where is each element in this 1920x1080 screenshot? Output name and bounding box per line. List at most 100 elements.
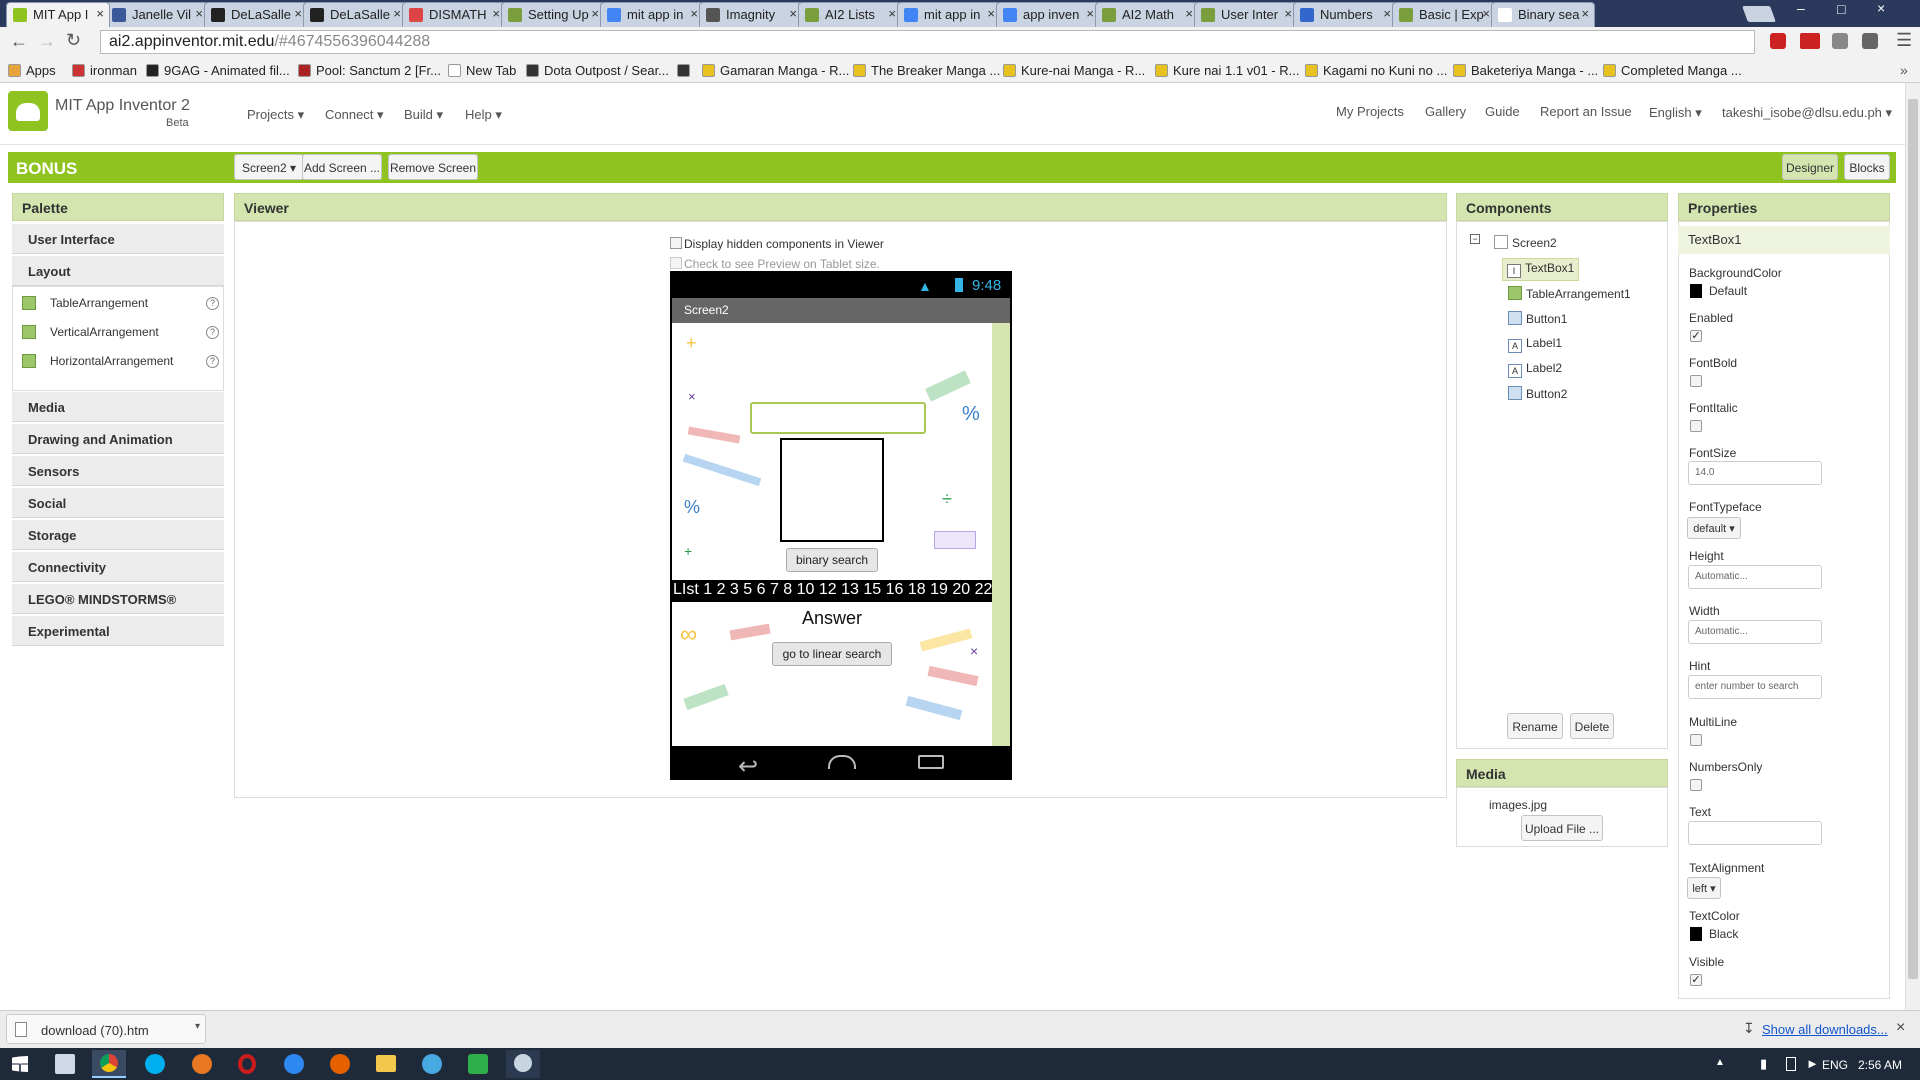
reload-icon[interactable]: ↻ bbox=[66, 30, 81, 51]
forward-icon[interactable]: → bbox=[38, 31, 56, 52]
bookmark-item[interactable]: Kure nai 1.1 v01 - R... bbox=[1155, 63, 1299, 78]
menu-build[interactable]: Build ▾ bbox=[404, 107, 443, 123]
bookmark-item[interactable]: Kagami no Kuni no ... bbox=[1305, 63, 1447, 78]
chevron-down-icon[interactable]: ▾ bbox=[195, 1021, 200, 1032]
close-tab-icon[interactable]: × bbox=[1383, 6, 1391, 21]
link-my-projects[interactable]: My Projects bbox=[1336, 104, 1404, 119]
prop-visible-checkbox[interactable]: ✓ bbox=[1690, 974, 1702, 986]
palette-category-sensors[interactable]: Sensors bbox=[12, 456, 224, 486]
close-tab-icon[interactable]: × bbox=[96, 6, 104, 21]
color-swatch[interactable] bbox=[1690, 927, 1702, 941]
window-controls[interactable]: – □ × bbox=[1785, 0, 1915, 20]
app-inventor-logo-icon[interactable] bbox=[8, 91, 48, 131]
bookmark-item[interactable]: Completed Manga ... bbox=[1603, 63, 1742, 78]
component-button1[interactable]: Button1 bbox=[1508, 311, 1567, 326]
close-tab-icon[interactable]: × bbox=[1581, 6, 1589, 21]
home-nav-icon[interactable] bbox=[828, 755, 856, 769]
menu-projects[interactable]: Projects ▾ bbox=[247, 107, 304, 123]
component-label1[interactable]: A Label1 bbox=[1508, 336, 1562, 353]
new-tab-button[interactable] bbox=[1742, 6, 1776, 22]
palette-category-social[interactable]: Social bbox=[12, 488, 224, 518]
close-tab-icon[interactable]: × bbox=[1482, 6, 1490, 21]
component-textbox1[interactable]: I TextBox1 bbox=[1502, 258, 1580, 281]
prop-width-input[interactable]: Automatic... bbox=[1688, 620, 1822, 644]
extension-icon-2[interactable] bbox=[1832, 33, 1848, 49]
bookmark-item[interactable]: Kure-nai Manga - R... bbox=[1003, 63, 1145, 78]
close-tab-icon[interactable]: × bbox=[789, 6, 797, 21]
close-tab-icon[interactable]: × bbox=[888, 6, 896, 21]
prop-fonttypeface-select[interactable]: default ▾ bbox=[1687, 517, 1741, 539]
prop-textalignment-select[interactable]: left ▾ bbox=[1687, 877, 1721, 899]
browser-tab[interactable]: Setting Up × bbox=[501, 2, 605, 27]
menu-connect[interactable]: Connect ▾ bbox=[325, 107, 384, 123]
remove-screen-button[interactable]: Remove Screen bbox=[388, 154, 478, 180]
link-gallery[interactable]: Gallery bbox=[1425, 104, 1466, 119]
prop-fontitalic-checkbox[interactable] bbox=[1690, 420, 1702, 432]
add-screen-button[interactable]: Add Screen ... bbox=[302, 154, 382, 180]
palette-item-vertical-arrangement[interactable]: VerticalArrangement bbox=[22, 325, 159, 339]
screen-select-button[interactable]: Screen2 ▾ bbox=[234, 154, 304, 180]
browser-tab[interactable]: Numbers × bbox=[1293, 2, 1397, 27]
network-icon[interactable]: ▮ bbox=[1760, 1056, 1767, 1072]
steam-taskbar-icon[interactable] bbox=[506, 1050, 540, 1078]
palette-category-layout[interactable]: Layout bbox=[12, 256, 224, 286]
close-tab-icon[interactable]: × bbox=[1284, 6, 1292, 21]
close-window-icon[interactable]: × bbox=[1877, 0, 1885, 16]
palette-item-table-arrangement[interactable]: TableArrangement bbox=[22, 296, 148, 310]
account-menu[interactable]: takeshi_isobe@dlsu.edu.ph ▾ bbox=[1722, 105, 1892, 121]
browser-tab[interactable]: AI2 Math × bbox=[1095, 2, 1199, 27]
palette-category-media[interactable]: Media bbox=[12, 392, 224, 422]
palette-category-connectivity[interactable]: Connectivity bbox=[12, 552, 224, 582]
media-file[interactable]: images.jpg bbox=[1489, 798, 1547, 812]
component-screen2[interactable]: Screen2 bbox=[1494, 235, 1557, 250]
screen-scrollbar[interactable] bbox=[992, 323, 1010, 746]
back-icon[interactable]: ← bbox=[10, 31, 28, 52]
help-icon[interactable]: ? bbox=[206, 297, 219, 310]
battery-tray-icon[interactable] bbox=[1786, 1057, 1796, 1071]
menu-help[interactable]: Help ▾ bbox=[465, 107, 502, 123]
rename-button[interactable]: Rename bbox=[1507, 713, 1563, 739]
close-icon[interactable]: × bbox=[1896, 1019, 1905, 1037]
clock[interactable]: 2:56 AM bbox=[1858, 1058, 1902, 1072]
extension-icon[interactable] bbox=[1770, 33, 1786, 49]
prop-backgroundcolor-value[interactable]: Default bbox=[1709, 284, 1747, 298]
browser-tab[interactable]: DeLaSalle × bbox=[204, 2, 308, 27]
collapse-icon[interactable]: − bbox=[1470, 234, 1480, 244]
browser-tab[interactable]: mit app in × bbox=[600, 2, 704, 27]
link-report-issue[interactable]: Report an Issue bbox=[1540, 104, 1632, 119]
close-tab-icon[interactable]: × bbox=[1185, 6, 1193, 21]
prop-fontsize-input[interactable]: 14.0 bbox=[1688, 461, 1822, 485]
upload-file-button[interactable]: Upload File ... bbox=[1521, 815, 1603, 841]
download-item[interactable]: download (70).htm ▾ bbox=[6, 1014, 206, 1044]
browser-tab[interactable]: Basic | Exp × bbox=[1392, 2, 1496, 27]
bookmark-item[interactable]: Apps bbox=[8, 63, 56, 78]
browser-tab[interactable]: AI2 Lists × bbox=[798, 2, 902, 27]
show-all-downloads-link[interactable]: Show all downloads... bbox=[1762, 1022, 1888, 1037]
palette-category-drawing-animation[interactable]: Drawing and Animation bbox=[12, 424, 224, 454]
color-swatch[interactable] bbox=[1690, 284, 1702, 298]
tablet-preview-checkbox[interactable] bbox=[670, 257, 682, 269]
prop-fontbold-checkbox[interactable] bbox=[1690, 375, 1702, 387]
minimize-icon[interactable]: – bbox=[1797, 0, 1805, 16]
component-button2[interactable]: Button2 bbox=[1508, 386, 1567, 401]
browser-tab[interactable]: DeLaSalle × bbox=[303, 2, 407, 27]
bookmark-item[interactable]: New Tab bbox=[448, 63, 516, 78]
close-tab-icon[interactable]: × bbox=[987, 6, 995, 21]
designer-button[interactable]: Designer bbox=[1782, 154, 1838, 180]
taskbar-app-icon[interactable] bbox=[55, 1054, 75, 1074]
browser-tab[interactable]: User Inter × bbox=[1194, 2, 1298, 27]
browser-tab[interactable]: Janelle Vil × bbox=[105, 2, 209, 27]
palette-category-user-interface[interactable]: User Interface bbox=[12, 224, 224, 254]
prop-multiline-checkbox[interactable] bbox=[1690, 734, 1702, 746]
prop-height-input[interactable]: Automatic... bbox=[1688, 565, 1822, 589]
bookmark-item[interactable]: Baketeriya Manga - ... bbox=[1453, 63, 1598, 78]
browser-tab[interactable]: app inven × bbox=[996, 2, 1100, 27]
browser-tab[interactable]: Binary sea × bbox=[1491, 2, 1595, 27]
bookmark-item[interactable]: Gamaran Manga - R... bbox=[702, 63, 849, 78]
language-indicator[interactable]: ENG bbox=[1822, 1058, 1848, 1072]
explorer-taskbar-icon[interactable] bbox=[376, 1055, 396, 1072]
volume-icon[interactable]: ► bbox=[1806, 1056, 1819, 1071]
prop-enabled-checkbox[interactable]: ✓ bbox=[1690, 330, 1702, 342]
link-guide[interactable]: Guide bbox=[1485, 104, 1520, 119]
recents-nav-icon[interactable] bbox=[918, 755, 944, 769]
